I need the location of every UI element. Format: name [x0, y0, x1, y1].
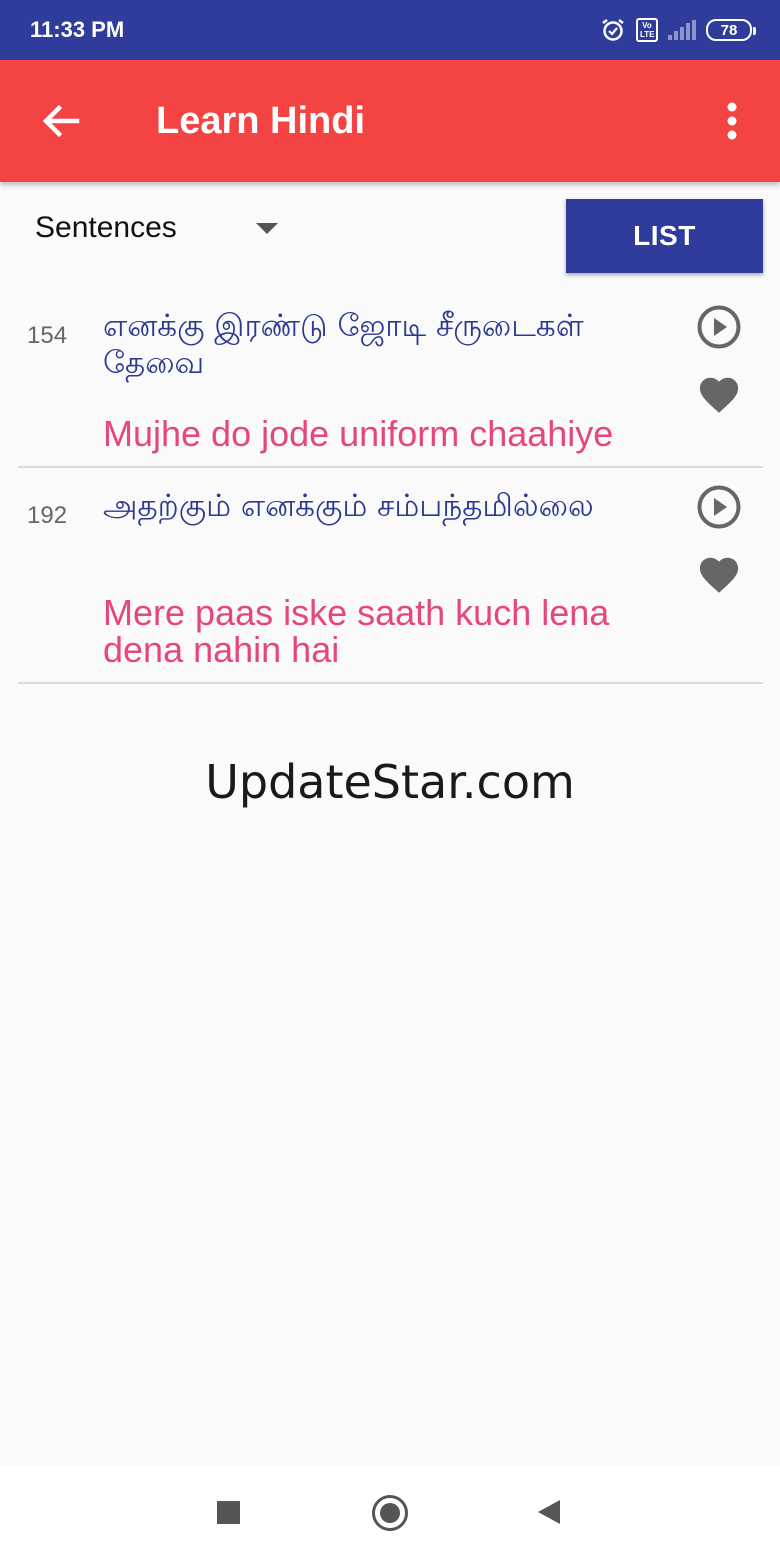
category-dropdown[interactable]: Sentences: [20, 202, 290, 254]
dropdown-arrow-icon: [256, 223, 278, 234]
system-nav-bar: [0, 1466, 780, 1560]
alarm-icon: [602, 19, 624, 41]
play-icon[interactable]: [696, 484, 742, 530]
item-number: 192: [27, 502, 68, 529]
recents-icon[interactable]: [217, 1501, 240, 1524]
volte-icon: Vo LTE: [636, 18, 658, 42]
category-selected-value: Sentences: [35, 211, 177, 244]
more-vert-icon: [727, 102, 737, 140]
back-button[interactable]: [30, 90, 92, 152]
battery-icon: 78: [706, 19, 756, 41]
sentence-list: 154 எனக்கு இரண்டு ஜோடி சீருடைகள் தேவை Mu…: [18, 288, 763, 684]
status-bar: 11:33 PM Vo LTE 78: [0, 0, 780, 60]
heart-icon[interactable]: [696, 552, 742, 594]
item-native-text: அதற்கும் எனக்கும் சம்பந்தமில்லை: [103, 488, 594, 524]
overflow-menu-button[interactable]: [712, 90, 752, 152]
arrow-left-icon: [42, 104, 80, 138]
home-icon[interactable]: [372, 1495, 408, 1531]
item-transliteration: Mere paas iske saath kuch lena dena nahi…: [103, 592, 610, 670]
item-number: 154: [27, 322, 68, 349]
signal-icon: [668, 20, 696, 40]
back-triangle-icon[interactable]: [538, 1500, 560, 1524]
app-bar: Learn Hindi: [0, 60, 780, 182]
list-button[interactable]: LIST: [566, 199, 763, 273]
list-item: 154 எனக்கு இரண்டு ஜோடி சீருடைகள் தேவை Mu…: [18, 288, 763, 468]
status-icons: Vo LTE 78: [600, 17, 756, 43]
watermark: UpdateStar.com: [205, 755, 575, 809]
status-time: 11:33 PM: [30, 17, 125, 42]
page-title: Learn Hindi: [156, 99, 366, 142]
item-transliteration: Mujhe do jode uniform chaahiye: [103, 413, 614, 454]
heart-icon[interactable]: [696, 372, 742, 414]
play-icon[interactable]: [696, 304, 742, 350]
list-item: 192 அதற்கும் எனக்கும் சம்பந்தமில்லை Mere…: [18, 468, 763, 684]
controls-row: Sentences LIST: [0, 182, 780, 282]
item-native-text: எனக்கு இரண்டு ஜோடி சீருடைகள் தேவை: [103, 308, 584, 381]
